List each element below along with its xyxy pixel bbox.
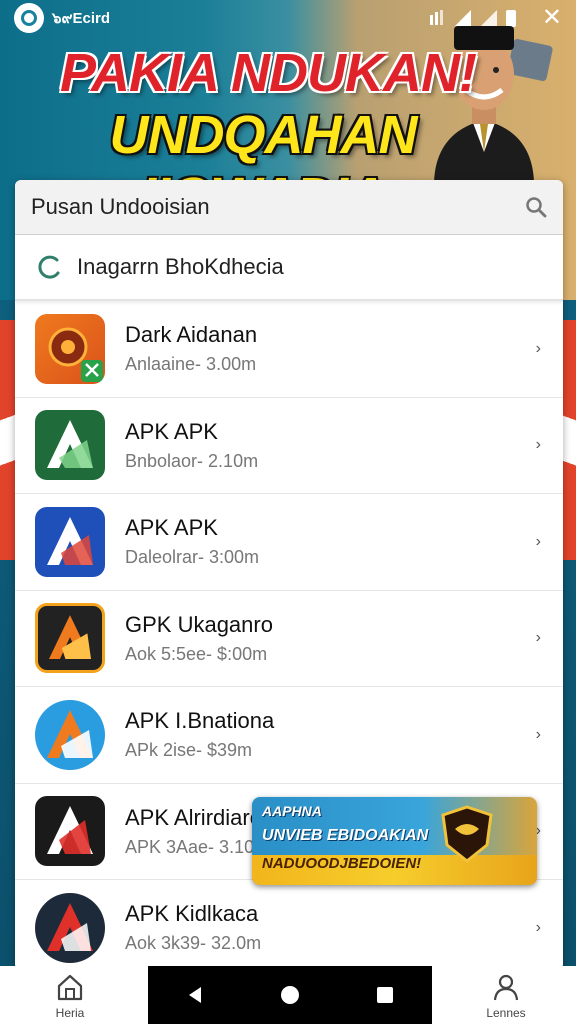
app-name: APK I.Bnationa — [125, 708, 275, 734]
app-icon-blue-orange-a — [35, 699, 105, 770]
app-name: Dark Aidanan — [125, 322, 258, 348]
promo-line1: UNVIEB EBIDOAKIAN — [262, 827, 429, 844]
app-name: GPK Ukaganro — [125, 611, 273, 637]
headline-line1: PAKIA NDUKAN! — [60, 43, 477, 103]
recents-icon[interactable] — [375, 985, 395, 1005]
nav-account-label: Lennes — [486, 1006, 526, 1020]
app-icon-black-red-a — [35, 796, 105, 867]
list-item[interactable]: GPK Ukaganro Aok 5:5ee- $:00m › — [15, 591, 563, 687]
bottom-navigation: Heria Lennes — [0, 966, 576, 1024]
chevron-right-icon: › — [535, 918, 541, 936]
chevron-right-icon: › — [535, 436, 541, 454]
shield-logo-icon — [441, 805, 493, 863]
app-icon-green-a — [35, 410, 105, 481]
home-circle-icon[interactable] — [280, 985, 300, 1005]
list-item[interactable]: APK Kidlkaca Aok 3k39- 32.0m › — [15, 880, 563, 970]
back-icon[interactable] — [185, 985, 205, 1005]
app-meta: Aok 3k39- 32.0m — [125, 933, 262, 954]
app-icon-dark-orange-a — [35, 603, 105, 674]
nav-tab-account[interactable]: Lennes — [466, 972, 546, 1020]
nav-home-label: Heria — [55, 1006, 85, 1020]
app-meta: Anlaaine- 3.00m — [125, 354, 257, 375]
app-name: APK APK — [125, 515, 218, 541]
list-item[interactable]: Dark Aidanan Anlaaine- 3.00m › — [15, 301, 563, 398]
chevron-right-icon: › — [535, 725, 541, 743]
chevron-right-icon: › — [535, 629, 541, 647]
list-item[interactable]: APK APK Daleolrar- 3:00m › — [15, 494, 563, 591]
app-icon-blue-a — [35, 506, 105, 577]
search-input[interactable]: Pusan Undooisian — [31, 194, 525, 220]
loading-spinner-icon — [38, 255, 60, 279]
app-meta: Bnbolaor- 2.10m — [125, 450, 259, 471]
user-icon — [493, 974, 519, 1001]
search-icon[interactable] — [525, 196, 547, 218]
app-meta: Daleolrar- 3:00m — [125, 547, 260, 568]
search-bar[interactable]: Pusan Undooisian — [15, 180, 563, 235]
list-item[interactable]: APK APK Bnbolaor- 2.10m › — [15, 398, 563, 494]
status-carrier: ๖๙Ecird — [52, 10, 111, 27]
app-meta: APk 2ise- $39m — [125, 740, 253, 761]
chevron-right-icon: › — [535, 532, 541, 550]
app-meta: Aok 5:5ee- $:00m — [125, 643, 268, 664]
list-item[interactable]: APK I.Bnationa APk 2ise- $39m › — [15, 687, 563, 784]
promo-line2: NADUOODJBEDOIEN! — [262, 855, 422, 872]
chevron-right-icon: › — [535, 339, 541, 357]
promo-banner[interactable]: AAPHNA UNVIEB EBIDOAKIAN NADUOODJBEDOIEN… — [252, 797, 537, 885]
app-icon-navy-red-a — [35, 892, 105, 963]
list-header: Inagarrn BhoKdhecia — [15, 235, 563, 301]
app-name: APK Kidlkaca — [125, 901, 259, 927]
app-logo-icon — [14, 3, 44, 33]
promo-title: AAPHNA — [262, 803, 322, 819]
app-icon-orange-badge — [35, 313, 105, 384]
system-navigation-bar — [148, 966, 432, 1024]
app-name: APK APK — [125, 418, 218, 444]
nav-tab-home[interactable]: Heria — [30, 972, 110, 1020]
list-header-label: Inagarrn BhoKdhecia — [77, 254, 284, 279]
home-icon — [57, 974, 83, 1001]
